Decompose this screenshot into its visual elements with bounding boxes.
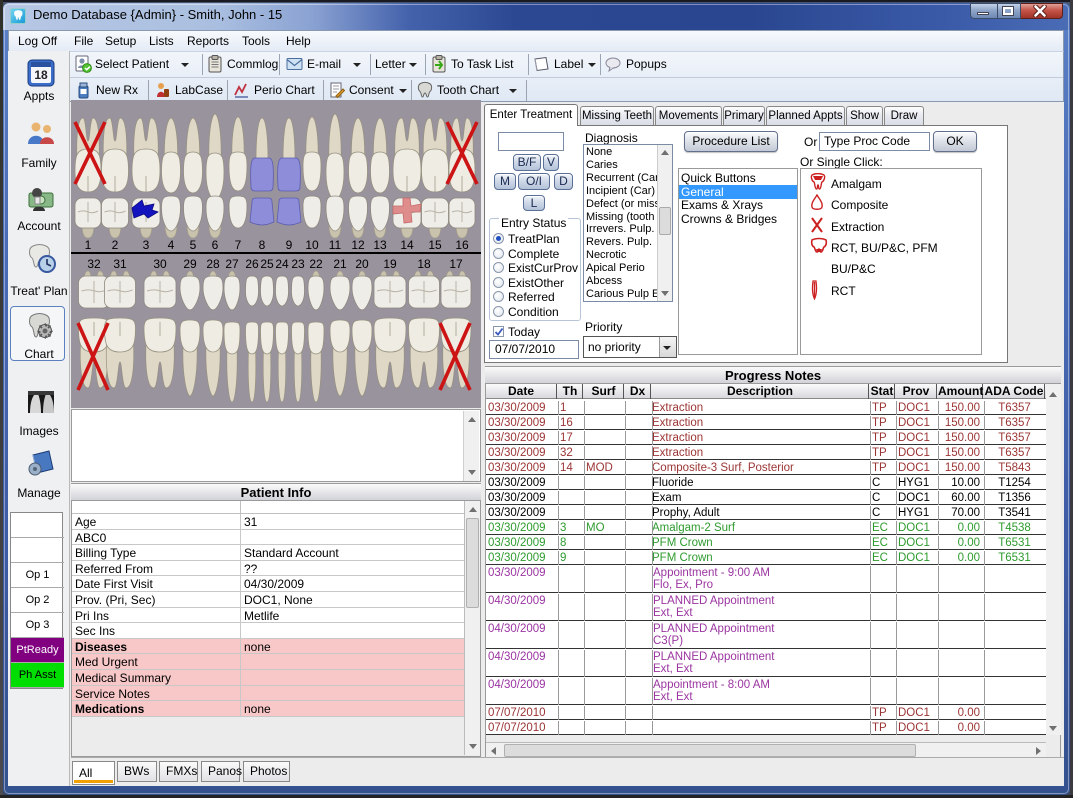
svg-text:15: 15 bbox=[428, 238, 442, 252]
svg-text:28: 28 bbox=[206, 257, 220, 271]
svg-text:7: 7 bbox=[235, 238, 242, 252]
svg-text:18: 18 bbox=[417, 257, 431, 271]
svg-text:9: 9 bbox=[286, 238, 293, 252]
svg-text:20: 20 bbox=[355, 257, 369, 271]
svg-text:31: 31 bbox=[113, 257, 127, 271]
svg-text:6: 6 bbox=[212, 238, 219, 252]
svg-text:24: 24 bbox=[275, 257, 289, 271]
svg-text:25: 25 bbox=[260, 257, 274, 271]
svg-text:27: 27 bbox=[225, 257, 239, 271]
svg-text:11: 11 bbox=[329, 238, 342, 252]
svg-text:30: 30 bbox=[153, 257, 167, 271]
svg-text:10: 10 bbox=[305, 238, 319, 252]
svg-text:14: 14 bbox=[400, 238, 414, 252]
svg-text:21: 21 bbox=[333, 257, 347, 271]
svg-text:29: 29 bbox=[183, 257, 197, 271]
svg-text:22: 22 bbox=[309, 257, 323, 271]
svg-text:23: 23 bbox=[291, 257, 305, 271]
svg-text:1: 1 bbox=[85, 238, 92, 252]
svg-text:12: 12 bbox=[351, 238, 365, 252]
svg-text:5: 5 bbox=[190, 238, 197, 252]
svg-text:3: 3 bbox=[143, 238, 150, 252]
svg-text:32: 32 bbox=[87, 257, 101, 271]
svg-text:13: 13 bbox=[373, 238, 387, 252]
svg-text:8: 8 bbox=[259, 238, 266, 252]
svg-text:17: 17 bbox=[449, 257, 463, 271]
svg-text:2: 2 bbox=[112, 238, 119, 252]
svg-text:18: 18 bbox=[34, 68, 48, 82]
svg-text:19: 19 bbox=[383, 257, 397, 271]
svg-text:16: 16 bbox=[455, 238, 469, 252]
svg-text:4: 4 bbox=[168, 238, 175, 252]
svg-text:26: 26 bbox=[245, 257, 259, 271]
